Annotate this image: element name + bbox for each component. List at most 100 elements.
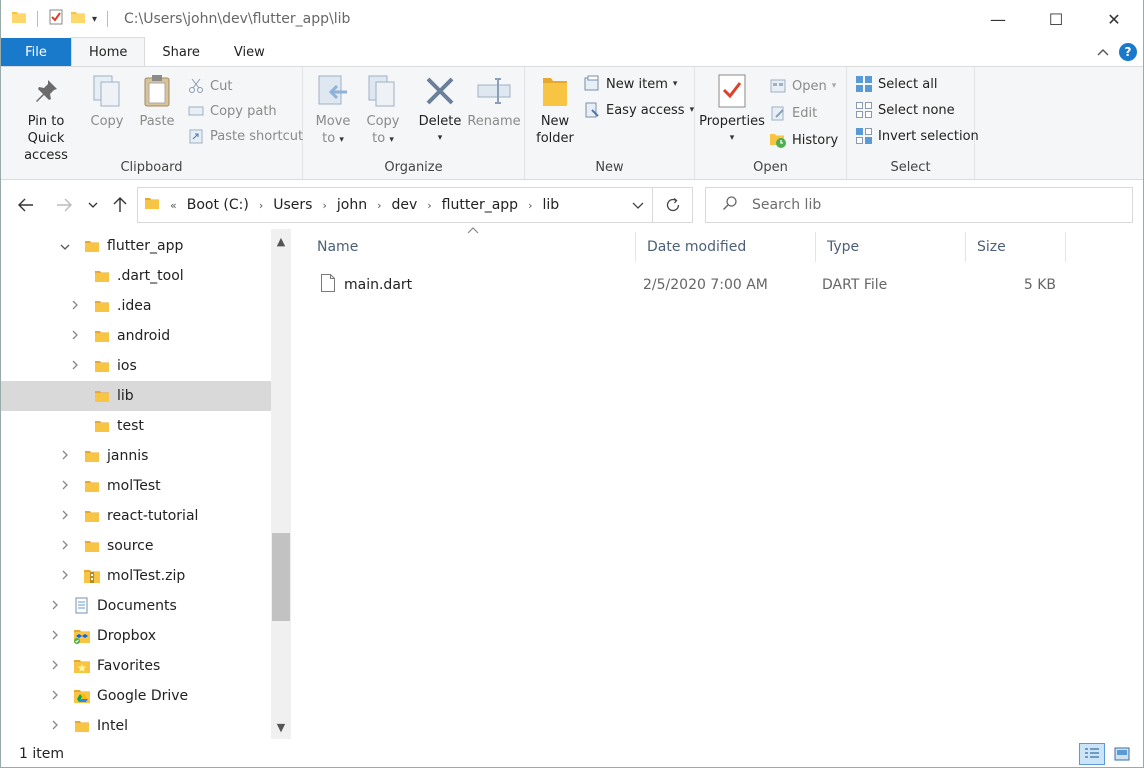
column-size[interactable]: Size [966,232,1066,262]
breadcrumb-john[interactable]: john [337,197,367,213]
chevron-right-icon[interactable] [67,359,83,373]
invert-selection-button[interactable]: Invert selection [855,125,979,147]
collapse-ribbon-icon[interactable] [1097,45,1109,60]
chevron-right-icon[interactable] [67,299,83,313]
address-row: « Boot (C:) › Users › john › dev › flutt… [1,181,1143,229]
breadcrumb-boot[interactable]: Boot (C:) [187,197,249,213]
nav-item-flutter-app[interactable]: flutter_app [1,231,271,261]
up-button[interactable] [105,190,135,220]
cut-button[interactable]: Cut [187,75,232,97]
tab-home[interactable]: Home [71,37,146,66]
nav-item-dart-tool[interactable]: .dart_tool [1,261,271,291]
nav-scrollbar[interactable]: ▲ ▼ [271,229,291,739]
breadcrumb-lib[interactable]: lib [542,197,559,213]
chevron-right-icon[interactable]: › [377,199,381,212]
pin-to-quick-access-button[interactable]: Pin to Quick access [9,73,83,164]
nav-item-react-tutorial[interactable]: react-tutorial [1,501,271,531]
chevron-right-icon[interactable]: › [259,199,263,212]
chevron-right-icon[interactable]: › [427,199,431,212]
chevron-right-icon[interactable] [47,689,63,703]
file-row[interactable]: main.dart 2/5/2020 7:00 AM DART File 5 K… [306,270,1056,300]
nav-item-idea[interactable]: .idea [1,291,271,321]
overflow-breadcrumb[interactable]: « [170,199,177,212]
tab-file[interactable]: File [1,38,71,66]
close-button[interactable]: ✕ [1085,0,1143,38]
select-none-button[interactable]: Select none [855,99,955,121]
forward-button[interactable] [49,190,79,220]
help-icon[interactable]: ? [1119,43,1137,61]
open-button[interactable]: Open ▾ [769,75,836,97]
tab-share[interactable]: Share [145,38,217,66]
breadcrumb-users[interactable]: Users [273,197,312,213]
edit-button[interactable]: Edit [769,102,817,124]
chevron-right-icon[interactable] [47,719,63,733]
rename-button[interactable]: Rename [467,73,521,130]
search-input[interactable]: Search lib [705,187,1133,223]
column-name[interactable]: Name [306,232,636,262]
customize-toolbar-icon[interactable]: ▾ [92,14,97,25]
details-view-button[interactable] [1079,743,1105,765]
copy-to-button[interactable]: Copy to ▾ [363,73,403,149]
move-to-button[interactable]: Move to ▾ [313,73,353,149]
minimize-button[interactable]: — [969,0,1027,38]
chevron-right-icon[interactable] [57,509,73,523]
history-button[interactable]: History [769,129,838,151]
large-icons-view-button[interactable] [1109,743,1135,765]
nav-item-source[interactable]: source [1,531,271,561]
copy-path-button[interactable]: Copy path [187,100,277,122]
select-all-button[interactable]: Select all [855,73,937,95]
nav-item-dropbox[interactable]: Dropbox [1,621,271,651]
nav-item-documents[interactable]: Documents [1,591,271,621]
column-date-modified[interactable]: Date modified [636,232,816,262]
properties-button[interactable]: Properties ▾ [699,73,765,147]
back-button[interactable] [11,190,41,220]
chevron-right-icon[interactable] [47,599,63,613]
nav-item-intel[interactable]: Intel [1,711,271,739]
chevron-right-icon[interactable] [57,539,73,553]
delete-button[interactable]: Delete ▾ [417,73,463,147]
nav-item-test[interactable]: test [1,411,271,441]
copy-to-icon [365,73,401,109]
clipboard-group: Pin to Quick access Copy Paste Cut Copy … [1,67,303,179]
chevron-right-icon[interactable]: › [322,199,326,212]
nav-item-android[interactable]: android [1,321,271,351]
nav-item-google-drive[interactable]: Google Drive [1,681,271,711]
scrollbar-thumb[interactable] [272,533,290,621]
chevron-right-icon[interactable] [57,479,73,493]
column-type[interactable]: Type [816,232,966,262]
paste-button[interactable]: Paste [137,73,177,130]
nav-item-moltest-zip[interactable]: molTest.zip [1,561,271,591]
refresh-button[interactable] [653,187,693,223]
file-name[interactable]: main.dart [344,277,412,293]
tab-view[interactable]: View [217,38,282,66]
navigation-pane[interactable]: flutter_app .dart_tool .idea android ios lib t… [1,229,271,739]
nav-item-moltest[interactable]: molTest [1,471,271,501]
breadcrumb-flutter-app[interactable]: flutter_app [442,197,518,213]
new-folder-button[interactable]: New folder [533,73,577,147]
folder-icon [93,357,111,375]
chevron-right-icon[interactable]: › [528,199,532,212]
new-item-button[interactable]: New item ▾ [583,73,677,95]
scroll-down-arrow[interactable]: ▼ [271,717,291,737]
paste-shortcut-button[interactable]: Paste shortcut [187,125,303,147]
nav-item-favorites[interactable]: Favorites [1,651,271,681]
maximize-button[interactable]: ☐ [1027,0,1085,38]
address-history-dropdown[interactable] [623,187,653,223]
chevron-right-icon[interactable] [57,569,73,583]
recent-locations-button[interactable] [81,190,105,220]
nav-item-jannis[interactable]: jannis [1,441,271,471]
chevron-right-icon[interactable] [47,659,63,673]
properties-quick-icon[interactable] [48,9,64,29]
scroll-up-arrow[interactable]: ▲ [271,231,291,251]
nav-item-ios[interactable]: ios [1,351,271,381]
chevron-right-icon[interactable] [67,329,83,343]
nav-item-lib[interactable]: lib [1,381,271,411]
chevron-right-icon[interactable] [47,629,63,643]
new-folder-quick-icon[interactable] [70,9,86,29]
easy-access-button[interactable]: Easy access ▾ [583,99,694,121]
chevron-down-icon[interactable] [57,239,73,253]
address-bar[interactable]: « Boot (C:) › Users › john › dev › flutt… [137,187,653,223]
chevron-right-icon[interactable] [57,449,73,463]
copy-button[interactable]: Copy [87,73,127,130]
breadcrumb-dev[interactable]: dev [391,197,417,213]
